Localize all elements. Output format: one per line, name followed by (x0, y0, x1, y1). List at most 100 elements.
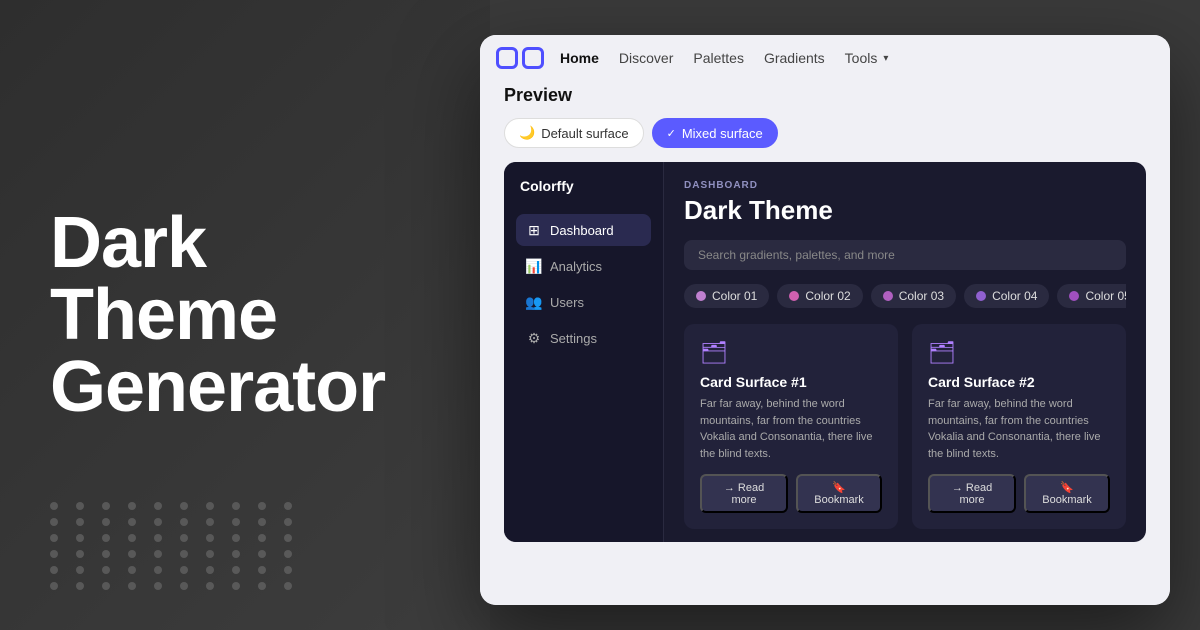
dot (128, 550, 136, 558)
dot (258, 518, 266, 526)
card-text: Far far away, behind the word mountains,… (928, 396, 1110, 462)
dot (102, 566, 110, 574)
bookmark-button[interactable]: 🔖 Bookmark (796, 474, 882, 513)
dot (76, 518, 84, 526)
sidebar-item-users[interactable]: 👥 Users (516, 286, 651, 318)
section-label: DASHBOARD (684, 180, 1126, 191)
dot (102, 534, 110, 542)
check-icon: ✓ (667, 127, 676, 140)
dot-grid (50, 502, 302, 590)
color-chips: Color 01 Color 02 Color 03 Color 04 Color 05 (684, 284, 1126, 308)
card-2: 🗂 Card Surface #2 Far far away, behind t… (912, 324, 1126, 529)
dot (206, 518, 214, 526)
dot (180, 502, 188, 510)
card-text: Far far away, behind the word mountains,… (700, 396, 882, 462)
dot (50, 550, 58, 558)
dot (128, 582, 136, 590)
dot (102, 550, 110, 558)
dot (232, 534, 240, 542)
dot (206, 550, 214, 558)
dot (154, 534, 162, 542)
browser-logo (496, 47, 544, 69)
chip-dot (1069, 291, 1079, 301)
dashboard-title: Dark Theme (684, 195, 1126, 226)
bookmark-button[interactable]: 🔖 Bookmark (1024, 474, 1110, 513)
dot (258, 502, 266, 510)
nav-gradients[interactable]: Gradients (764, 50, 825, 66)
dot (154, 566, 162, 574)
nav-home[interactable]: Home (560, 50, 599, 66)
card-icon: 🗂 (928, 340, 1110, 366)
dot (76, 534, 84, 542)
card-title: Card Surface #1 (700, 374, 882, 390)
dot (206, 502, 214, 510)
sidebar: Colorffy ⊞ Dashboard 📊 Analytics 👥 Users (504, 162, 664, 542)
sidebar-item-dashboard[interactable]: ⊞ Dashboard (516, 214, 651, 246)
analytics-icon: 📊 (526, 258, 542, 274)
dot (206, 534, 214, 542)
main-content: DASHBOARD Dark Theme Search gradients, p… (664, 162, 1146, 542)
card-1: 🗂 Card Surface #1 Far far away, behind t… (684, 324, 898, 529)
sidebar-item-settings[interactable]: ⚙ Settings (516, 322, 651, 354)
color-chip-1[interactable]: Color 01 (684, 284, 769, 308)
dot (232, 582, 240, 590)
mixed-surface-button[interactable]: ✓ Mixed surface (652, 118, 778, 148)
color-chip-3[interactable]: Color 03 (871, 284, 956, 308)
preview-label: Preview (504, 85, 1146, 106)
dot (76, 566, 84, 574)
cards-row: 🗂 Card Surface #1 Far far away, behind t… (684, 324, 1126, 529)
chevron-down-icon: ▾ (883, 53, 888, 64)
dot (154, 550, 162, 558)
dot (50, 502, 58, 510)
dot (258, 566, 266, 574)
default-surface-button[interactable]: 🌙 Default surface (504, 118, 644, 148)
dot (50, 582, 58, 590)
browser-nav: Home Discover Palettes Gradients Tools ▾ (560, 50, 888, 66)
chip-dot (789, 291, 799, 301)
card-actions: → Read more 🔖 Bookmark (928, 474, 1110, 513)
chip-dot (696, 291, 706, 301)
dot (206, 582, 214, 590)
dot (102, 518, 110, 526)
dot (128, 566, 136, 574)
dot (232, 518, 240, 526)
browser-chrome: Home Discover Palettes Gradients Tools ▾ (480, 35, 1170, 69)
moon-icon: 🌙 (519, 125, 535, 141)
dot (102, 582, 110, 590)
color-chip-5[interactable]: Color 05 (1057, 284, 1126, 308)
read-more-button[interactable]: → Read more (928, 474, 1016, 513)
dot (180, 566, 188, 574)
dot (284, 534, 292, 542)
left-panel: Dark Theme Generator (0, 0, 490, 630)
chip-dot (883, 291, 893, 301)
browser-content: Preview 🌙 Default surface ✓ Mixed surfac… (480, 69, 1170, 605)
surface-buttons: 🌙 Default surface ✓ Mixed surface (504, 118, 1146, 148)
nav-palettes[interactable]: Palettes (693, 50, 744, 66)
search-bar[interactable]: Search gradients, palettes, and more (684, 240, 1126, 270)
dot (76, 550, 84, 558)
card-title: Card Surface #2 (928, 374, 1110, 390)
dot (76, 582, 84, 590)
dot (154, 518, 162, 526)
dot (154, 502, 162, 510)
color-chip-4[interactable]: Color 04 (964, 284, 1049, 308)
card-icon: 🗂 (700, 340, 882, 366)
dot (232, 502, 240, 510)
chip-dot (976, 291, 986, 301)
dot (128, 534, 136, 542)
browser-window: Home Discover Palettes Gradients Tools ▾… (480, 35, 1170, 605)
color-chip-2[interactable]: Color 02 (777, 284, 862, 308)
hero-title: Dark Theme Generator (50, 207, 440, 423)
nav-tools[interactable]: Tools ▾ (845, 50, 889, 66)
nav-discover[interactable]: Discover (619, 50, 673, 66)
dot (50, 534, 58, 542)
sidebar-item-analytics[interactable]: 📊 Analytics (516, 250, 651, 282)
dot (258, 550, 266, 558)
dot (284, 582, 292, 590)
read-more-button[interactable]: → Read more (700, 474, 788, 513)
dot (232, 550, 240, 558)
settings-icon: ⚙ (526, 330, 542, 346)
sidebar-brand: Colorffy (516, 178, 651, 194)
dot (258, 534, 266, 542)
dot (50, 518, 58, 526)
